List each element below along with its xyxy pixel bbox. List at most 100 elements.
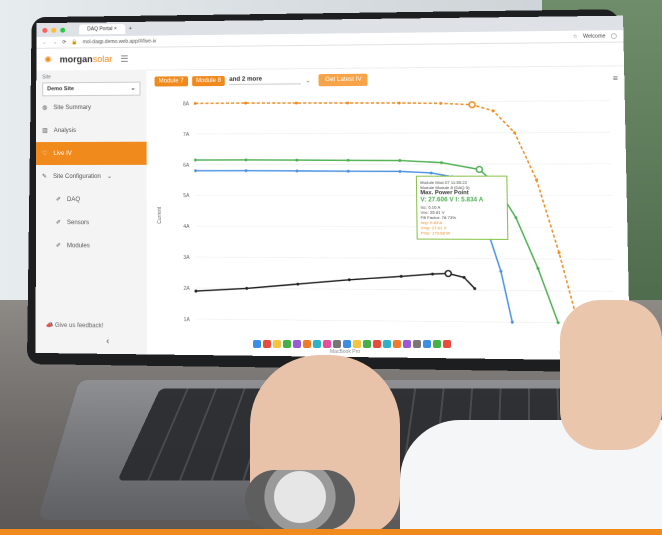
sidebar-item-label: Analysis [53,127,77,134]
data-point[interactable] [295,169,299,173]
reload-icon[interactable]: ⟳ [62,39,66,45]
data-point[interactable] [536,266,540,270]
collapse-sidebar-button[interactable]: ‹ [106,336,109,346]
dock-app-icon[interactable] [313,339,321,348]
laptop-screen: DAQ Portal × + ← → ⟳ 🔒 mol-daqp.demo.web… [35,15,631,361]
dock-app-icon[interactable] [353,339,361,348]
dock-app-icon[interactable] [323,339,331,348]
data-point[interactable] [245,286,249,290]
close-tab-icon[interactable]: × [114,26,117,32]
edit-icon: ✐ [55,243,61,250]
data-point[interactable] [513,131,517,135]
data-point[interactable] [431,272,435,276]
data-point[interactable] [296,282,300,286]
chevron-down-icon[interactable]: ⌄ [305,77,310,84]
max-power-marker[interactable] [476,167,482,173]
dock-app-icon[interactable] [423,339,431,348]
sidebar-item-label: Live IV [53,150,72,157]
data-point[interactable] [510,320,514,324]
data-point[interactable] [244,158,248,162]
data-point[interactable] [244,101,248,105]
dock-app-icon[interactable] [273,339,281,348]
forward-icon[interactable]: → [52,39,57,45]
chevron-down-icon: ⌄ [106,173,113,180]
data-point[interactable] [346,169,350,173]
dock-app-icon[interactable] [253,339,261,348]
iv-chart[interactable]: 8A 7A 6A 5A 4A 3A 2A 1A Current [149,88,630,350]
feedback-link[interactable]: 📣 Give us feedback! [46,322,104,330]
dock-app-icon[interactable] [333,339,341,348]
dock-app-icon[interactable] [293,339,301,348]
sidebar-item-modules[interactable]: ✐ Modules [36,234,147,258]
max-power-marker[interactable] [469,102,475,108]
y-tick-label: 6A [183,163,190,169]
data-point[interactable] [294,101,298,105]
brand-logo[interactable]: morgansolar [60,54,113,64]
data-point[interactable] [346,101,350,105]
gridline [195,132,610,134]
data-point[interactable] [439,101,443,105]
welcome-text: Welcome [582,32,606,40]
data-point[interactable] [398,159,402,162]
maximize-window-icon[interactable] [60,27,66,33]
data-point[interactable] [499,269,503,273]
data-point[interactable] [194,158,197,162]
dock-app-icon[interactable] [373,339,381,348]
max-power-marker[interactable] [445,271,451,277]
data-point[interactable] [534,178,539,182]
new-tab-button[interactable]: + [129,26,132,32]
close-window-icon[interactable] [42,27,48,33]
browser-tab[interactable]: DAQ Portal × [79,24,125,35]
chart-menu-icon[interactable]: ≡ [613,73,618,82]
data-point[interactable] [398,169,402,173]
data-point[interactable] [473,287,477,291]
y-axis-label: Current [157,206,163,223]
data-point[interactable] [244,169,248,173]
data-point[interactable] [440,161,444,165]
sidebar-item-site-configuration[interactable]: ✎ Site Configuration ⌄ [36,165,147,188]
module-select-more[interactable]: and 2 more [229,76,302,85]
sidebar-item-daq[interactable]: ✐ DAQ [36,188,147,211]
gridline [196,226,612,227]
dock-app-icon[interactable] [343,339,351,348]
module-chip[interactable]: Module 8 [191,75,226,87]
data-point[interactable] [462,275,466,279]
mpp-tooltip: Module Mod-07 11:55:22 Module Module 8 (… [415,175,509,240]
back-icon[interactable]: ← [42,39,47,45]
dock-app-icon[interactable] [383,339,391,348]
get-latest-iv-button[interactable]: Get Latest IV [318,73,368,87]
dock-app-icon[interactable] [413,339,421,348]
hamburger-icon[interactable]: ☰ [120,53,128,64]
sidebar-item-sensors[interactable]: ✐ Sensors [36,211,147,234]
data-point[interactable] [194,289,198,293]
dock-app-icon[interactable] [263,339,271,348]
minimize-window-icon[interactable] [51,27,57,33]
dock-app-icon[interactable] [403,339,411,348]
sidebar-item-site-summary[interactable]: ◍ Site Summary [36,96,146,120]
data-point[interactable] [194,169,197,173]
data-point[interactable] [399,274,403,278]
user-icon[interactable]: ◯ [611,33,617,39]
sidebar-item-live-iv[interactable]: ♡ Live IV [36,141,147,166]
data-point[interactable] [556,321,560,325]
dock-app-icon[interactable] [283,339,291,348]
dock-app-icon[interactable] [363,339,371,348]
data-point[interactable] [193,101,197,105]
site-select[interactable]: Demo Site ⌄ [42,81,141,97]
bookmark-star-icon[interactable]: ☆ [573,33,578,39]
gridline [196,288,613,291]
data-point[interactable] [557,251,561,255]
dock-app-icon[interactable] [443,339,451,348]
data-point[interactable] [429,171,433,175]
data-point[interactable] [514,216,518,220]
data-point[interactable] [295,158,299,162]
data-point[interactable] [346,158,350,162]
sidebar-item-analysis[interactable]: ▥ Analysis [36,119,146,142]
module-chip[interactable]: Module 7 [154,76,188,87]
dock-app-icon[interactable] [393,339,401,348]
dock-app-icon[interactable] [303,339,311,348]
dock-app-icon[interactable] [433,339,441,348]
data-point[interactable] [491,109,495,113]
wristwatch [245,470,355,530]
data-point[interactable] [347,278,351,282]
